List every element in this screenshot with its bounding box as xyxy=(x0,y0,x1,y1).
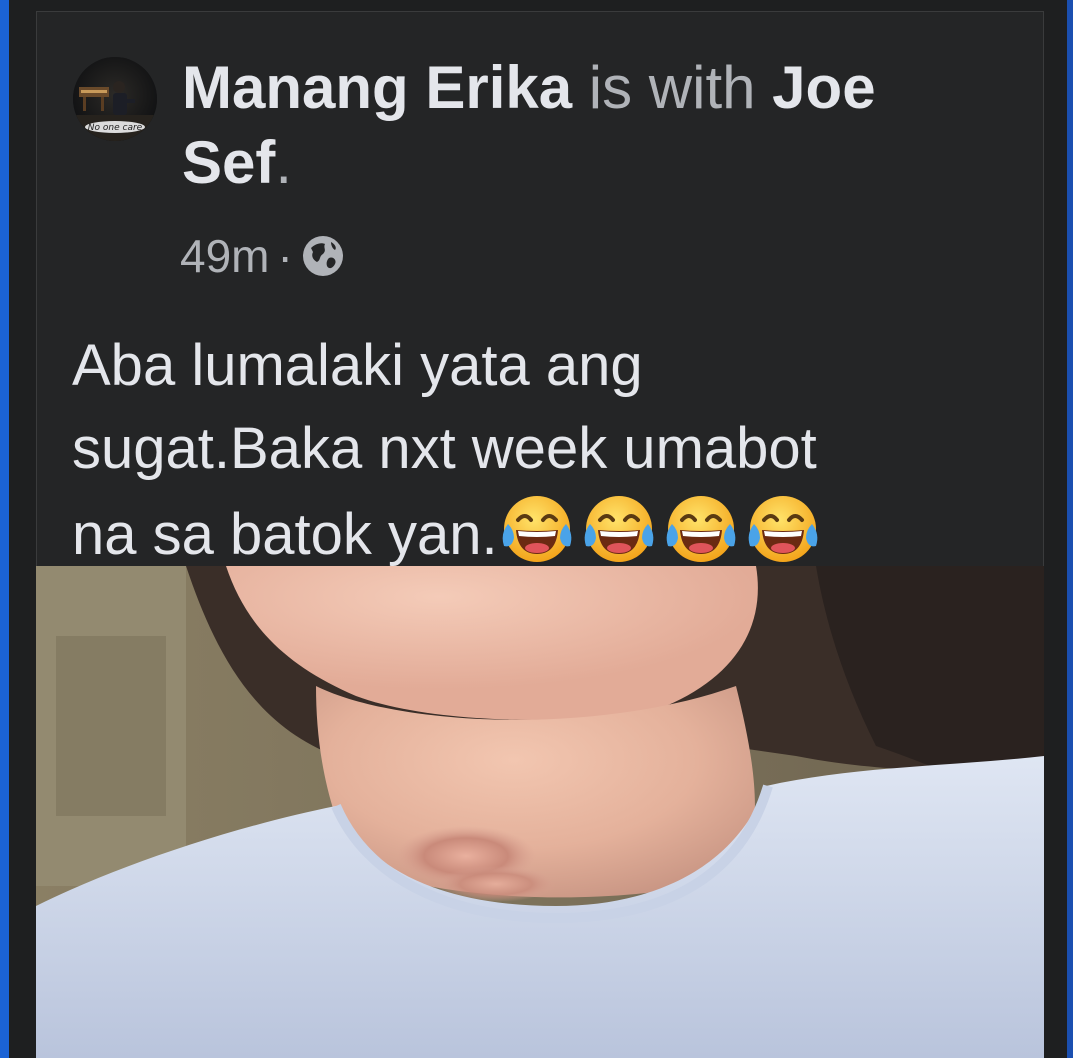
right-accent-bar xyxy=(1067,0,1073,1058)
avatar-image: No one care xyxy=(73,57,157,141)
face-with-tears-of-joy-emoji xyxy=(498,490,576,568)
face-with-tears-of-joy-emoji xyxy=(580,490,658,568)
post-text-line-3: na sa batok yan. xyxy=(72,502,498,567)
with-text: is with xyxy=(588,54,756,121)
post-header: Manang Erika is with Joe Sef. xyxy=(182,50,1022,200)
face-with-tears-of-joy-emoji xyxy=(662,490,740,568)
tagged-name-2[interactable]: Sef xyxy=(182,129,275,196)
post-text-line-2: sugat.Baka nxt week umabot xyxy=(72,416,817,481)
avatar[interactable]: No one care xyxy=(73,57,157,141)
screenshot-frame: No one care Manang Erika is with Joe Sef… xyxy=(0,0,1073,1058)
post-timestamp[interactable]: 49m xyxy=(180,229,269,283)
tagged-name[interactable]: Joe xyxy=(772,54,875,121)
post-meta: 49m · xyxy=(180,224,345,288)
meta-separator: · xyxy=(277,230,293,282)
post-text-line-1: Aba lumalaki yata ang xyxy=(72,333,643,398)
emoji-row xyxy=(498,496,826,567)
post-photo[interactable] xyxy=(36,566,1044,1058)
post-text: Aba lumalaki yata ang sugat.Baka nxt wee… xyxy=(72,324,1032,576)
neck-photo xyxy=(36,566,1044,1058)
globe-icon[interactable] xyxy=(301,234,345,278)
face-with-tears-of-joy-emoji xyxy=(744,490,822,568)
author-name[interactable]: Manang Erika xyxy=(182,54,572,121)
header-period: . xyxy=(275,129,293,196)
svg-text:No one care: No one care xyxy=(88,123,143,133)
left-accent-bar xyxy=(0,0,9,1058)
